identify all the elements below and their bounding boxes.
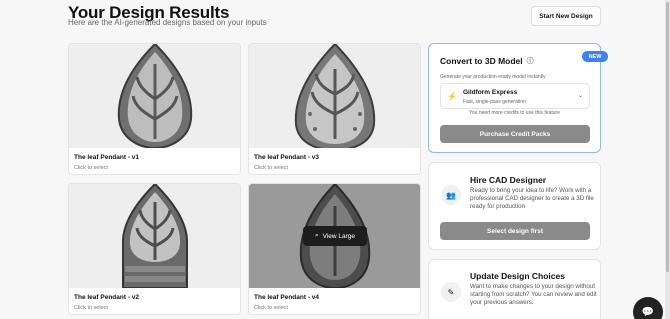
- update-design-panel: ✎ Update Design Choices Want to make cha…: [428, 259, 601, 319]
- chevron-down-icon: ⌄: [577, 93, 583, 99]
- convert-subtitle: Generate your production-ready model ins…: [440, 74, 546, 80]
- purchase-credits-button[interactable]: Purchase Credit Packs: [440, 125, 590, 143]
- design-name: The leaf Pendant - v1: [74, 154, 140, 161]
- design-card-v2[interactable]: The leaf Pendant - v2 Click to select: [68, 183, 241, 315]
- engine-name: Gildform Express: [463, 89, 518, 96]
- design-image-v1: [69, 44, 240, 148]
- design-card-v1[interactable]: The leaf Pendant - v1 Click to select: [68, 43, 241, 175]
- design-image-v2: [69, 184, 240, 288]
- users-icon: 👥: [441, 185, 461, 205]
- cad-description: Ready to bring your idea to life? Work w…: [470, 187, 594, 210]
- info-icon[interactable]: ⓘ: [527, 56, 534, 66]
- design-hint: Click to select: [254, 165, 288, 171]
- update-description: Want to make changes to your design with…: [470, 283, 597, 306]
- edit-icon: ✎: [441, 282, 461, 302]
- design-card-v4[interactable]: ⌕ View Large The leaf Pendant - v4 Click…: [248, 183, 421, 315]
- convert-title: Convert to 3D Model ⓘ: [440, 56, 534, 66]
- engine-select[interactable]: ⚡ Gildform Express Fast, single-pass gen…: [440, 83, 590, 109]
- convert-3d-panel: Convert to 3D Model ⓘ Generate your prod…: [428, 43, 601, 153]
- cad-title: Hire CAD Designer: [470, 175, 547, 185]
- design-name: The leaf Pendant - v2: [74, 294, 140, 301]
- design-name: The leaf Pendant - v4: [254, 294, 320, 301]
- design-hint: Click to select: [74, 165, 108, 171]
- convert-title-text: Convert to 3D Model: [440, 56, 523, 66]
- credits-note: You need more credits to use this featur…: [469, 110, 560, 116]
- start-new-design-button[interactable]: Start New Design: [531, 6, 601, 26]
- engine-description: Fast, single-pass generation: [463, 99, 526, 105]
- lightning-icon: ⚡: [447, 92, 457, 101]
- design-card-v3[interactable]: The leaf Pendant - v3 Click to select: [248, 43, 421, 175]
- view-large-label: View Large: [322, 232, 356, 240]
- design-hint: Click to select: [74, 305, 108, 311]
- select-design-first-button[interactable]: Select design first: [440, 222, 590, 240]
- scrollbar-thumb[interactable]: [666, 2, 669, 272]
- view-large-button[interactable]: ⌕ View Large: [303, 226, 367, 246]
- hire-cad-panel: 👥 Hire CAD Designer Ready to bring your …: [428, 162, 601, 250]
- update-title: Update Design Choices: [470, 271, 565, 281]
- magnify-icon: ⌕: [314, 232, 319, 239]
- chat-icon[interactable]: 💬: [633, 297, 663, 319]
- design-name: The leaf Pendant - v3: [254, 154, 320, 161]
- design-hint: Click to select: [254, 305, 288, 311]
- new-badge: NEW: [582, 51, 608, 62]
- page-subtitle: Here are the AI-generated designs based …: [68, 18, 267, 27]
- design-image-v3: [249, 44, 420, 148]
- design-image-v4: ⌕ View Large: [249, 184, 420, 288]
